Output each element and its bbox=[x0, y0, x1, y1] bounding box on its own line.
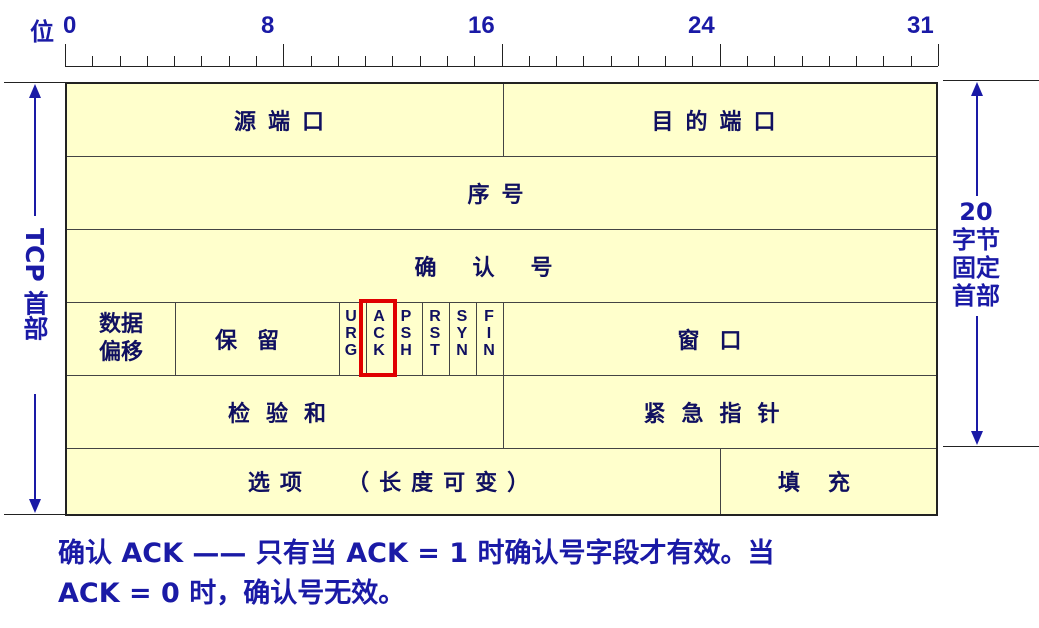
field-urgent-pointer: 紧急指针 bbox=[643, 401, 796, 427]
field-padding: 填充 bbox=[777, 471, 878, 496]
ruler-tick bbox=[583, 56, 584, 66]
ruler-tick bbox=[120, 56, 121, 66]
arrow-down-icon bbox=[29, 499, 41, 513]
field-window: 窗口 bbox=[677, 328, 762, 354]
fixed-header-line-1: 字节 bbox=[952, 226, 1000, 254]
field-options: 选项 （长度可变） bbox=[247, 471, 540, 496]
fixed-header-line-3: 首部 bbox=[952, 282, 1000, 310]
ruler-tick bbox=[392, 56, 393, 66]
tcp-header-label: TCP 首部 bbox=[20, 228, 49, 341]
ruler-tick bbox=[502, 44, 503, 66]
ruler-tick bbox=[856, 56, 857, 66]
ruler-tick bbox=[229, 56, 230, 66]
arrow-shaft bbox=[34, 96, 36, 216]
field-reserved: 保留 bbox=[214, 328, 299, 354]
ruler-label-8: 8 bbox=[261, 12, 275, 39]
ruler-tick bbox=[747, 56, 748, 66]
note-line-1: 确认 ACK —— 只有当 ACK = 1 时确认号字段才有效。当 bbox=[58, 538, 775, 569]
ruler-tick bbox=[338, 56, 339, 66]
arrow-shaft bbox=[976, 316, 978, 432]
flag-syn: SYN bbox=[456, 308, 468, 359]
flag-fin: FIN bbox=[483, 308, 495, 359]
ack-explanation-note: 确认 ACK —— 只有当 ACK = 1 时确认号字段才有效。当 ACK = … bbox=[58, 534, 958, 614]
ruler-tick bbox=[365, 56, 366, 66]
col-divider bbox=[339, 302, 340, 375]
tcp-header-table: 源端口 目的端口 序号 确认号 数据 偏移 保留 URG ACK PSH RST… bbox=[65, 82, 938, 516]
fixed-header-line-2: 固定 bbox=[952, 254, 1000, 282]
fixed-header-bytes: 20 bbox=[959, 198, 993, 226]
ruler-label-16: 16 bbox=[468, 12, 495, 39]
ack-highlight-box bbox=[359, 299, 397, 377]
field-checksum: 检验和 bbox=[227, 401, 342, 427]
ruler-tick bbox=[474, 56, 475, 66]
ruler-tick bbox=[720, 44, 721, 66]
ruler-unit-label: 位 bbox=[30, 19, 54, 46]
ruler-tick bbox=[256, 56, 257, 66]
flag-psh: PSH bbox=[400, 308, 412, 359]
ruler-label-0: 0 bbox=[63, 12, 77, 39]
data-offset-line-1: 数据 bbox=[98, 311, 143, 337]
ruler-tick bbox=[420, 56, 421, 66]
note-line-2: ACK = 0 时，确认号无效。 bbox=[58, 578, 406, 609]
col-divider bbox=[476, 302, 477, 375]
col-divider bbox=[422, 302, 423, 375]
ruler-tick bbox=[802, 56, 803, 66]
field-destination-port: 目的端口 bbox=[651, 110, 788, 135]
ruler-tick bbox=[638, 56, 639, 66]
ruler-tick bbox=[611, 56, 612, 66]
ruler-tick bbox=[311, 56, 312, 66]
ruler-tick bbox=[529, 56, 530, 66]
ruler-baseline bbox=[65, 66, 938, 67]
flag-urg: URG bbox=[344, 308, 358, 359]
ruler-label-24: 24 bbox=[688, 12, 715, 39]
ruler-tick bbox=[65, 44, 66, 66]
data-offset-line-2: 偏移 bbox=[98, 339, 143, 365]
ruler-tick bbox=[147, 56, 148, 66]
ruler-tick bbox=[201, 56, 202, 66]
arrow-shaft bbox=[34, 394, 36, 500]
field-sequence-number: 序号 bbox=[467, 182, 536, 208]
field-data-offset: 数据 偏移 bbox=[67, 302, 175, 375]
ruler-tick bbox=[447, 56, 448, 66]
ruler-tick bbox=[556, 56, 557, 66]
ruler-tick bbox=[938, 44, 939, 66]
arrow-shaft bbox=[976, 94, 978, 196]
bracket-bottom bbox=[4, 514, 65, 515]
ruler-tick bbox=[665, 56, 666, 66]
bracket-bottom bbox=[943, 446, 1039, 447]
field-source-port: 源端口 bbox=[233, 110, 336, 135]
ruler-tick bbox=[911, 56, 912, 66]
flag-rst: RST bbox=[429, 308, 441, 359]
field-acknowledgment-number: 确认号 bbox=[414, 255, 589, 281]
ruler-tick bbox=[829, 56, 830, 66]
bracket-top bbox=[4, 82, 65, 83]
ruler-tick bbox=[774, 56, 775, 66]
ruler-tick bbox=[283, 44, 284, 66]
arrow-down-icon bbox=[971, 431, 983, 445]
col-divider bbox=[449, 302, 450, 375]
ruler-tick bbox=[174, 56, 175, 66]
ruler-tick bbox=[92, 56, 93, 66]
ruler-label-31: 31 bbox=[907, 12, 934, 39]
ruler-tick bbox=[692, 56, 693, 66]
bracket-top bbox=[943, 80, 1039, 81]
ruler-tick bbox=[883, 56, 884, 66]
